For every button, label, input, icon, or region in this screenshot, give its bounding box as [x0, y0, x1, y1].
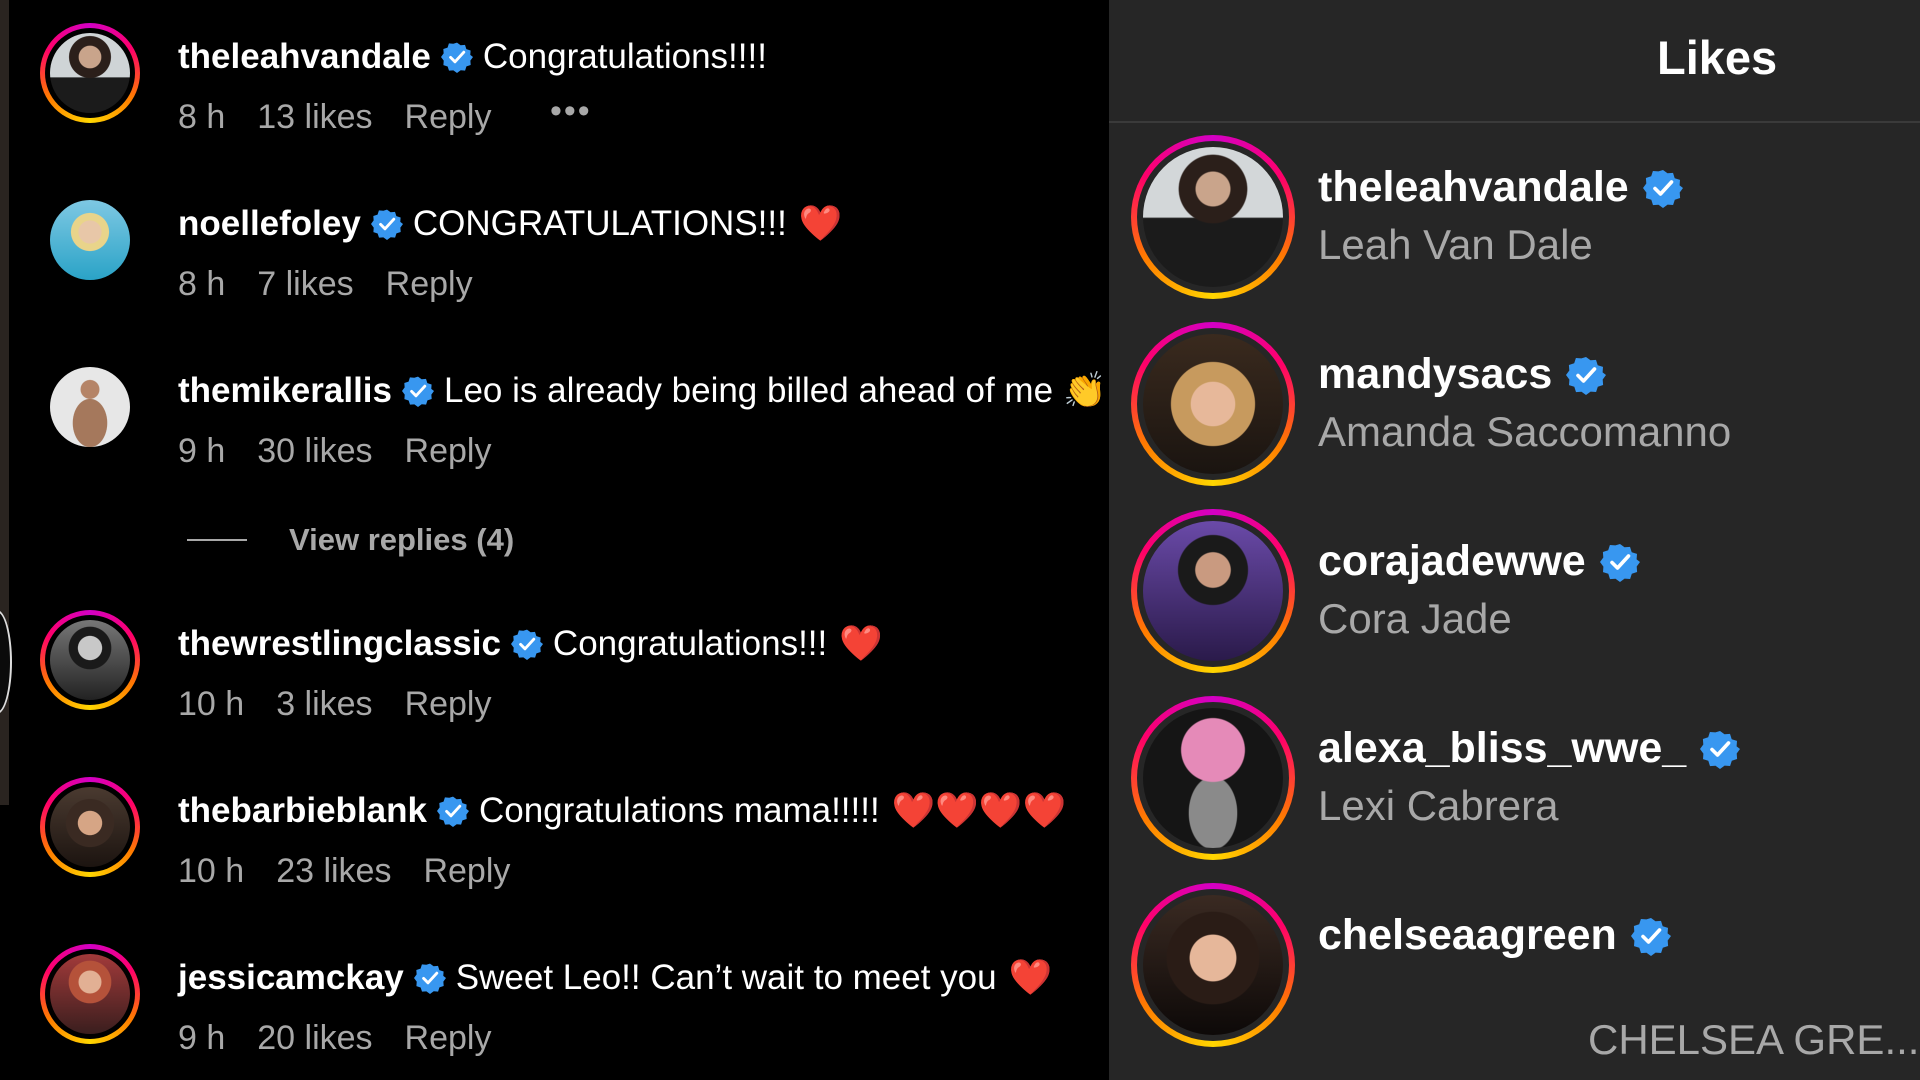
reply-button[interactable]: Reply	[405, 685, 492, 724]
avatar[interactable]	[1131, 322, 1295, 486]
like-user-row[interactable]: alexa_bliss_wwe_ Lexi Cabrera	[1109, 696, 1920, 883]
like-username[interactable]: theleahvandale	[1318, 163, 1629, 212]
comment-time: 10 h	[178, 852, 245, 890]
like-fullname: Cora Jade	[1318, 595, 1512, 642]
verified-badge-icon	[510, 629, 543, 660]
more-options-icon[interactable]: •••	[550, 92, 592, 131]
comment-time: 8 h	[178, 265, 226, 303]
like-user-row[interactable]: chelseaagreen CHELSEA GRE...	[1109, 883, 1920, 1070]
comment-text: Congratulations mama!!!!!	[478, 791, 880, 830]
comment-likes[interactable]: 3 likes	[276, 685, 372, 724]
like-username[interactable]: corajadewwe	[1318, 537, 1586, 586]
comments-list: theleahvandale Congratulations!!!! 8 h 1…	[0, 0, 1109, 1080]
comment-item: theleahvandale Congratulations!!!! 8 h 1…	[0, 0, 1109, 150]
avatar[interactable]	[40, 357, 140, 457]
comment-username[interactable]: theleahvandale	[178, 37, 431, 77]
like-username[interactable]: alexa_bliss_wwe_	[1318, 724, 1686, 773]
view-replies-label[interactable]: View replies (4)	[289, 522, 514, 558]
likes-title: Likes	[1657, 31, 1778, 84]
verified-badge-icon	[413, 963, 446, 994]
avatar[interactable]	[40, 777, 140, 877]
avatar[interactable]	[40, 944, 140, 1044]
comment-time: 8 h	[178, 98, 226, 136]
comment-likes[interactable]: 30 likes	[257, 432, 372, 471]
avatar[interactable]	[40, 23, 140, 123]
likes-divider	[1109, 121, 1920, 123]
heart-emoji: ❤️	[1008, 958, 1053, 997]
like-username[interactable]: mandysacs	[1318, 350, 1552, 399]
avatar[interactable]	[1131, 135, 1295, 299]
comment-time: 9 h	[178, 1019, 226, 1057]
reply-button[interactable]: Reply	[405, 432, 492, 471]
verified-badge-icon	[402, 376, 434, 407]
verified-badge-icon	[370, 209, 403, 240]
comment-username[interactable]: noellefoley	[178, 204, 361, 244]
reply-button[interactable]: Reply	[423, 852, 510, 891]
clap-emoji: 👏	[1063, 371, 1107, 410]
comment-text: Congratulations!!!!	[482, 37, 767, 76]
view-replies-button[interactable]: View replies (4)	[187, 522, 514, 558]
comment-text: CONGRATULATIONS!!!	[412, 204, 787, 243]
avatar[interactable]	[1131, 509, 1295, 673]
like-fullname: CHELSEA GRE...	[1588, 1016, 1920, 1063]
avatar[interactable]	[1131, 883, 1295, 1047]
comment-item: noellefoley CONGRATULATIONS!!! ❤️ 8 h 7 …	[0, 167, 1109, 317]
comment-item: thebarbieblank Congratulations mama!!!!!…	[0, 754, 1109, 904]
comment-username[interactable]: themikerallis	[178, 371, 392, 411]
verified-badge-icon	[436, 796, 469, 827]
comment-username[interactable]: thewrestlingclassic	[178, 624, 501, 664]
comment-likes[interactable]: 23 likes	[276, 852, 391, 891]
verified-badge-icon	[440, 42, 473, 73]
comment-username[interactable]: jessicamckay	[178, 958, 404, 998]
comment-text: Sweet Leo!! Can’t wait to meet you	[455, 958, 997, 997]
comment-item: jessicamckay Sweet Leo!! Can’t wait to m…	[0, 921, 1109, 1071]
replies-divider-line	[187, 539, 247, 541]
avatar[interactable]	[40, 610, 140, 710]
comment-likes[interactable]: 20 likes	[257, 1019, 372, 1058]
heart-emoji: ❤️❤️❤️❤️	[891, 791, 1067, 830]
like-fullname: Leah Van Dale	[1318, 221, 1593, 268]
verified-badge-icon	[1630, 917, 1671, 956]
comment-likes[interactable]: 7 likes	[257, 265, 353, 304]
like-user-row[interactable]: corajadewwe Cora Jade	[1109, 509, 1920, 696]
comment-time: 10 h	[178, 685, 245, 723]
reply-button[interactable]: Reply	[405, 1019, 492, 1058]
comment-item: themikerallis Leo is already being bille…	[0, 334, 1109, 484]
verified-badge-icon	[1599, 543, 1640, 582]
comment-text: Leo is already being billed ahead of me	[444, 371, 1054, 410]
reply-button[interactable]: Reply	[386, 265, 473, 304]
heart-emoji: ❤️	[839, 624, 883, 663]
comment-username[interactable]: thebarbieblank	[178, 791, 427, 831]
reply-button[interactable]: Reply	[405, 98, 492, 137]
like-fullname: Lexi Cabrera	[1318, 782, 1559, 829]
verified-badge-icon	[1700, 730, 1741, 769]
likes-panel: Likes theleahvandale Leah Van Dale mandy…	[1109, 0, 1920, 1080]
verified-badge-icon	[1642, 169, 1683, 208]
like-user-row[interactable]: mandysacs Amanda Saccomanno	[1109, 322, 1920, 509]
comment-time: 9 h	[178, 432, 226, 470]
avatar[interactable]	[1131, 696, 1295, 860]
like-username[interactable]: chelseaagreen	[1318, 911, 1617, 960]
like-user-row[interactable]: theleahvandale Leah Van Dale	[1109, 135, 1920, 322]
heart-emoji: ❤️	[798, 204, 843, 243]
avatar[interactable]	[40, 190, 140, 290]
like-fullname: Amanda Saccomanno	[1318, 408, 1732, 455]
comment-text: Congratulations!!!	[552, 624, 828, 663]
comment-likes[interactable]: 13 likes	[257, 98, 372, 137]
comment-item: thewrestlingclassic Congratulations!!! ❤…	[0, 587, 1109, 737]
verified-badge-icon	[1566, 356, 1607, 395]
